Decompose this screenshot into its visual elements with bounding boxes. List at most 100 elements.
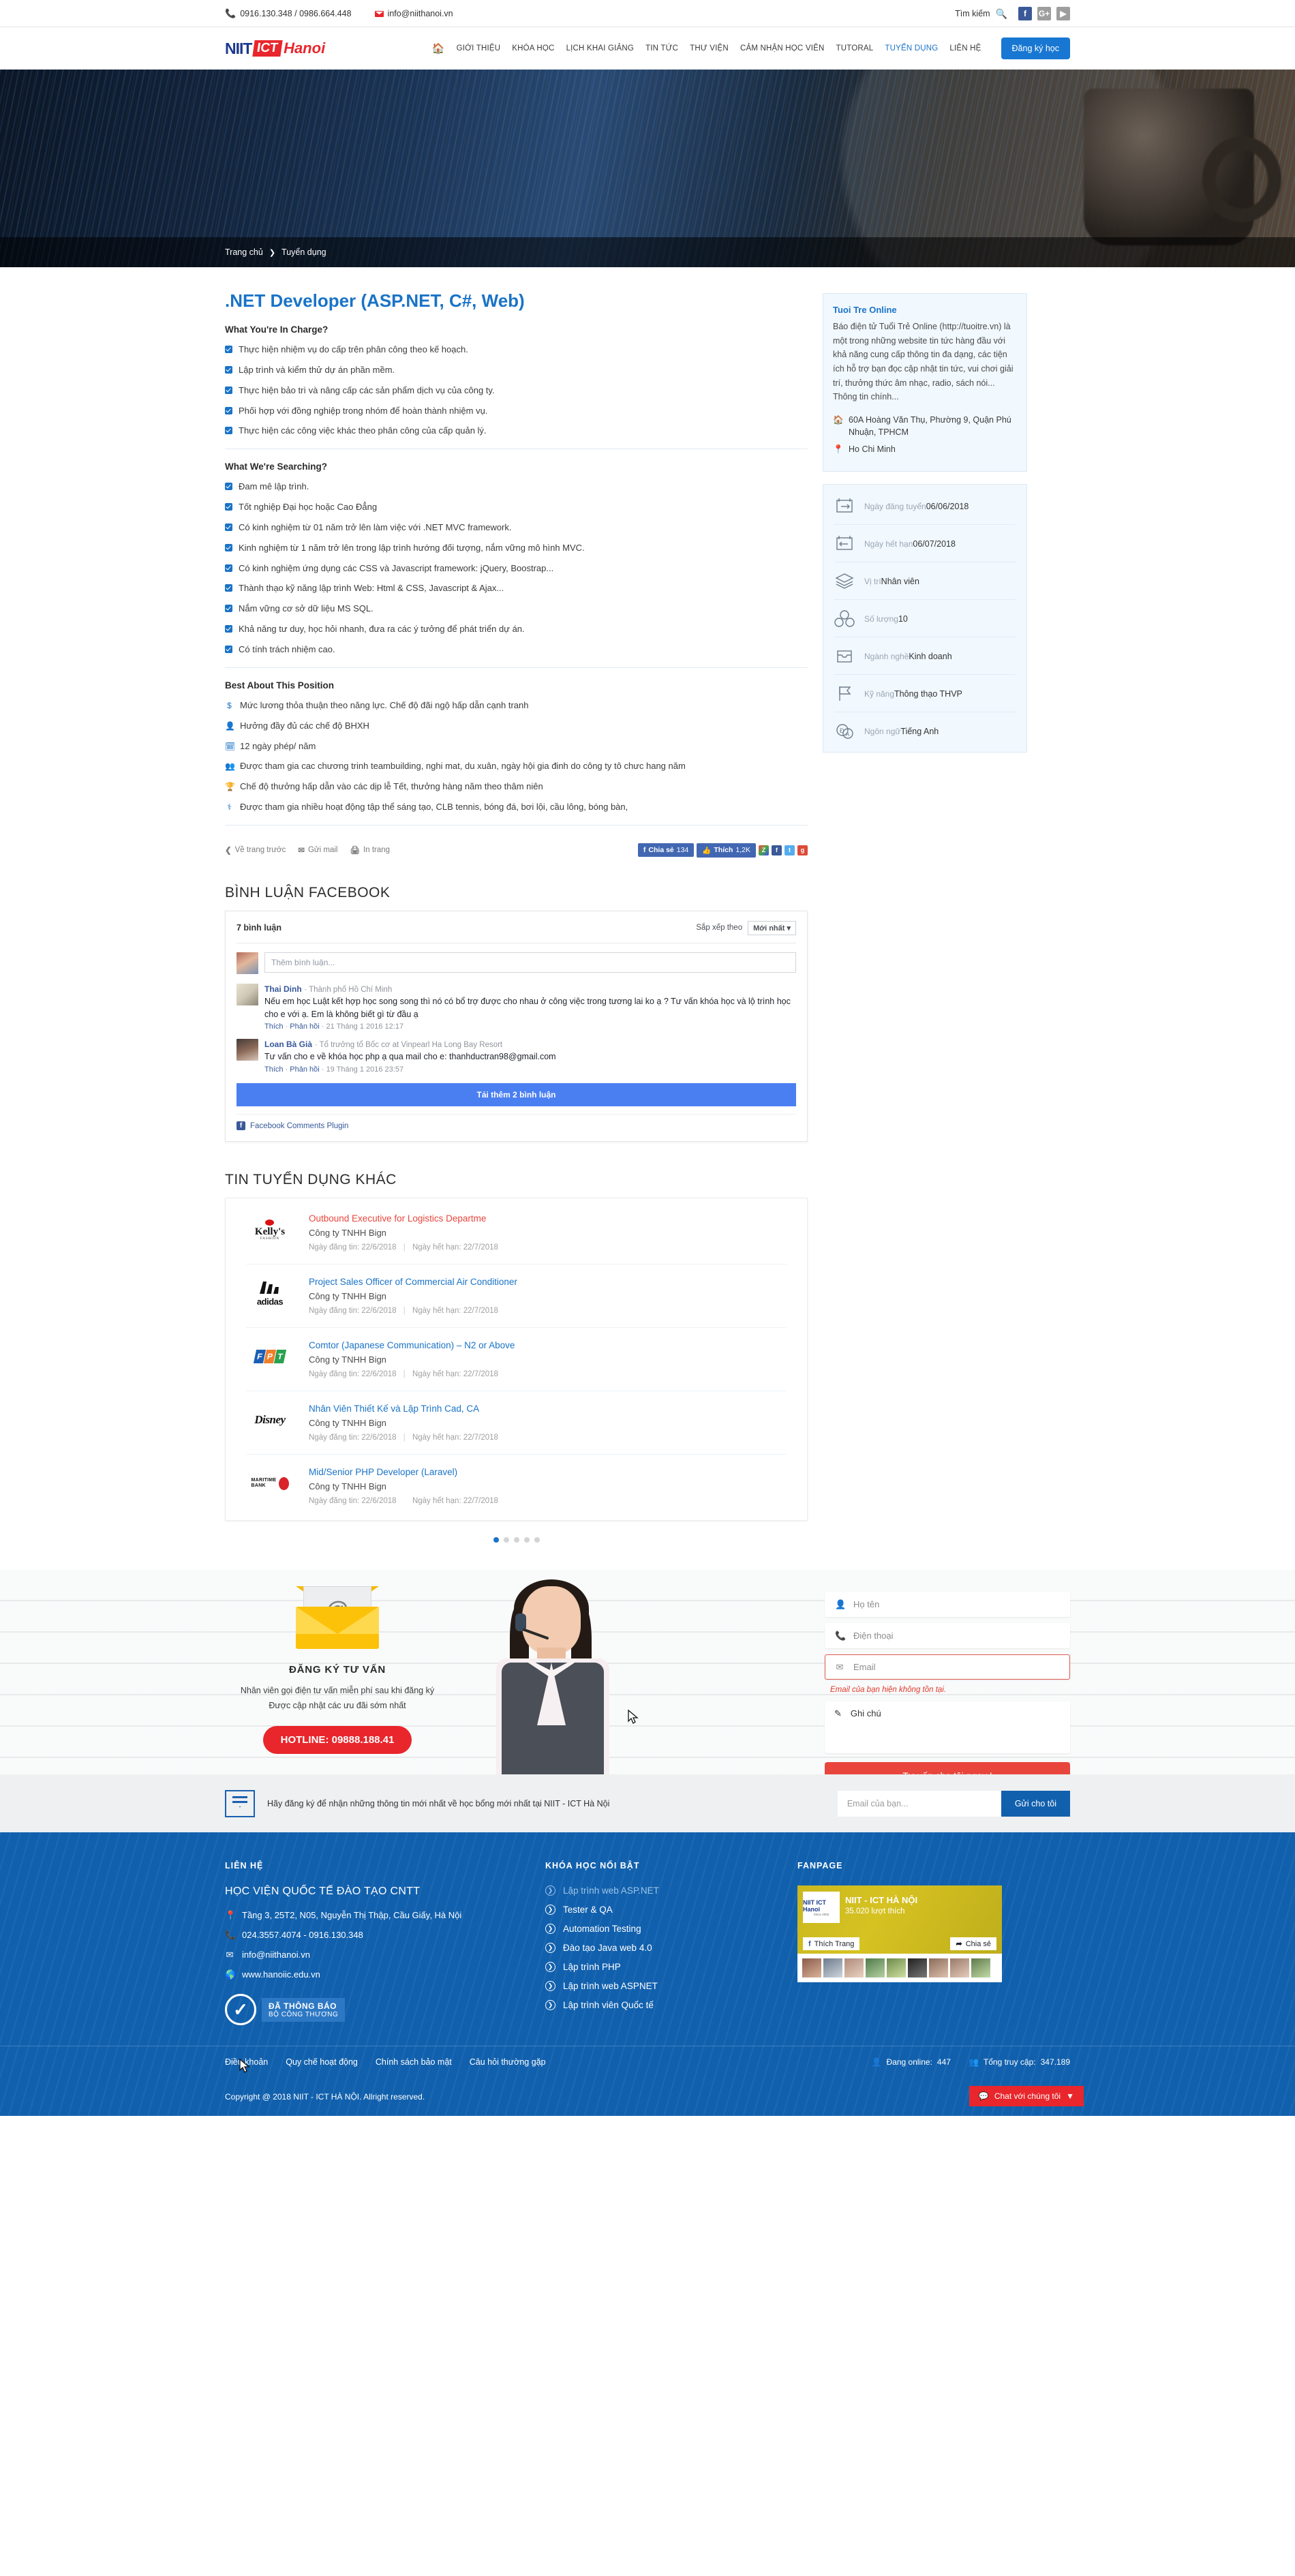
facebook-share-button[interactable]: f Chia sẻ 134: [637, 843, 695, 858]
online-value: 447: [936, 2057, 951, 2067]
nav-item-tutoral[interactable]: TUTORAL: [836, 44, 873, 52]
breadcrumb-home[interactable]: Trang chủ: [225, 247, 263, 257]
footer-course-link[interactable]: ❯ Lập trình web ASPNET: [545, 1981, 770, 1992]
job-list-item[interactable]: Kelly's FASHION Outbound Executive for Lo…: [246, 1201, 787, 1265]
newsletter-submit-button[interactable]: Gửi cho tôi: [1001, 1790, 1070, 1817]
facebook-like-button[interactable]: 👍 Thích 1,2K: [697, 843, 756, 858]
comment-reply-link[interactable]: Phản hồi: [290, 1065, 319, 1074]
footer-course-link[interactable]: ❯ Automation Testing: [545, 1924, 770, 1935]
nav-item-thu-vien[interactable]: THƯ VIỆN: [690, 44, 729, 52]
footer-link-faq[interactable]: Câu hỏi thường gặp: [470, 2057, 546, 2067]
footer-website-row[interactable]: 🌎 www.hanoiic.edu.vn: [225, 1969, 518, 1980]
google-plus-icon[interactable]: G+: [1037, 7, 1051, 20]
hotline-button[interactable]: HOTLINE: 09888.188.41: [262, 1725, 412, 1754]
carousel-dot-3[interactable]: [513, 1537, 519, 1543]
nav-item-lich-khai-giang[interactable]: LỊCH KHAI GIẢNG: [566, 44, 635, 52]
footer-course-link[interactable]: ❯ Tester & QA: [545, 1905, 770, 1915]
trophy-icon: 🏆: [225, 782, 235, 792]
nav-item-tuyen-dung[interactable]: TUYỂN DỤNG: [885, 44, 938, 52]
footer-course-link[interactable]: ❯ Lập trình viên Quốc tế: [545, 2000, 770, 2011]
nav-item-gioi-thieu[interactable]: GIỚI THIỆU: [457, 44, 501, 52]
fanpage-share-button[interactable]: ➦ Chia sẻ: [950, 1937, 996, 1951]
newsletter-email-input[interactable]: Email của bạn...: [837, 1790, 1001, 1817]
footer-contact-heading: LIÊN HỆ: [225, 1861, 264, 1871]
footer-link-regulations[interactable]: Quy chế hoạt động: [286, 2057, 358, 2067]
twitter-icon[interactable]: t: [784, 845, 795, 855]
facebook-icon[interactable]: f: [772, 845, 782, 855]
job-link[interactable]: Comtor (Japanese Communication) – N2 or …: [309, 1340, 515, 1350]
send-mail-link[interactable]: ✉ Gửi mail: [298, 845, 337, 855]
chevron-left-icon: ❮: [225, 847, 232, 855]
comment-reply-link[interactable]: Phản hồi: [290, 1022, 319, 1031]
fanpage-like-button[interactable]: f Thích Trang: [803, 1937, 860, 1951]
company-name[interactable]: Tuoi Tre Online: [833, 305, 1017, 315]
note-field[interactable]: ✎ Ghi chú: [825, 1701, 1070, 1754]
carousel-dot-2[interactable]: [503, 1537, 509, 1543]
footer-email-row[interactable]: ✉ info@niithanoi.vn: [225, 1950, 518, 1960]
search-icon[interactable]: 🔍: [996, 8, 1007, 20]
job-list-item[interactable]: adidas Project Sales Officer of Commerci…: [246, 1264, 787, 1329]
list-item: Thực hiện bảo trì và nâng cấp các sản ph…: [225, 384, 808, 397]
company-logo-kellys: Kelly's FASHION: [246, 1213, 294, 1246]
sort-select[interactable]: Mới nhất ▾: [748, 920, 796, 935]
footer-phone-row[interactable]: 📞 024.3557.4074 - 0916.130.348: [225, 1930, 518, 1941]
meta-label: Ngôn ngữ: [864, 726, 901, 736]
consultation-title: ĐĂNG KÝ TƯ VẤN: [289, 1664, 386, 1676]
facebook-icon[interactable]: f: [1018, 7, 1032, 20]
print-link[interactable]: 🖨 In trang: [350, 845, 390, 855]
header-email[interactable]: info@niithanoi.vn: [374, 9, 453, 18]
nav-item-khoa-hoc[interactable]: KHÓA HỌC: [512, 44, 554, 52]
job-link[interactable]: Project Sales Officer of Commercial Air …: [309, 1277, 517, 1287]
breadcrumb: Trang chủ ❯ Tuyển dụng: [0, 237, 1295, 267]
header-phone[interactable]: 📞 0916.130.348 / 0986.664.448: [225, 8, 352, 19]
comment-author[interactable]: Thai Dinh: [264, 984, 302, 994]
name-field[interactable]: 👤 Họ tên: [825, 1592, 1070, 1618]
list-item-text: Kinh nghiệm từ 1 năm trở lên trong lập t…: [239, 542, 585, 553]
footer-course-link[interactable]: ❯ Lập trình web ASP.NET: [545, 1885, 770, 1896]
comment-like-link[interactable]: Thích: [264, 1065, 284, 1074]
chat-button[interactable]: 💬 Chat với chúng tôi ▼: [969, 2086, 1084, 2107]
carousel-dot-1[interactable]: [493, 1537, 499, 1543]
comment-like-link[interactable]: Thích: [264, 1022, 284, 1031]
footer-phone: 024.3557.4074 - 0916.130.348: [242, 1930, 363, 1941]
google-icon[interactable]: g: [797, 845, 808, 855]
chat-bubble-icon: 💬: [978, 2091, 989, 2102]
job-list-item[interactable]: MARITIME BANK Mid/Senior PHP Developer (L…: [246, 1455, 787, 1517]
home-icon[interactable]: 🏠: [432, 42, 445, 55]
government-badge[interactable]: ✓ ĐÃ THÔNG BÁO BỘ CÔNG THƯƠNG: [225, 1994, 518, 2026]
list-item-text: Có kinh nghiệm ứng dụng các CSS và Javas…: [239, 562, 554, 573]
meta-row-skills: Kỹ năngThông thạo THVP: [834, 675, 1016, 713]
company-card: Tuoi Tre Online Báo điện tử Tuổi Trẻ Onl…: [823, 293, 1027, 472]
location-pin-icon: 📍: [833, 444, 844, 454]
job-link[interactable]: Nhân Viên Thiết Kế và Lập Trình Cad, CA: [309, 1404, 498, 1414]
email-field[interactable]: ✉ Email: [825, 1654, 1070, 1680]
job-link[interactable]: Mid/Senior PHP Developer (Laravel): [309, 1467, 498, 1477]
job-list-item[interactable]: FPT Comtor (Japanese Communication) – N2…: [246, 1328, 787, 1392]
footer-course-link[interactable]: ❯ Đào tạo Java web 4.0: [545, 1943, 770, 1954]
carousel-dot-4[interactable]: [523, 1537, 530, 1543]
phone-field[interactable]: 📞 Điện thoại: [825, 1623, 1070, 1649]
footer-link-terms[interactable]: Điều khoản: [225, 2057, 268, 2067]
nav-item-cam-nhan-hoc-vien[interactable]: CẢM NHẬN HỌC VIÊN: [740, 44, 825, 52]
load-more-comments-button[interactable]: Tải thêm 2 bình luận: [237, 1083, 796, 1107]
facebook-plugin-credit[interactable]: f Facebook Comments Plugin: [237, 1114, 796, 1131]
comment-author[interactable]: Loan Bà Già: [264, 1040, 312, 1049]
register-button[interactable]: Đăng ký học: [1001, 37, 1070, 59]
carousel-dot-5[interactable]: [534, 1537, 540, 1543]
zalo-icon[interactable]: Z: [759, 845, 769, 855]
footer-course-link[interactable]: ❯ Lập trình PHP: [545, 1962, 770, 1973]
back-link[interactable]: ❮ Về trang trước: [225, 845, 286, 855]
site-logo[interactable]: NIIT ICT Hanoi: [225, 40, 325, 58]
comments-heading: BÌNH LUẬN FACEBOOK: [225, 884, 391, 900]
comment-input[interactable]: Thêm bình luận...: [264, 952, 796, 973]
footer-course-label: Tester & QA: [563, 1905, 613, 1915]
youtube-icon[interactable]: ▶: [1056, 7, 1070, 20]
job-list-item[interactable]: Disney Nhân Viên Thiết Kế và Lập Trình C…: [246, 1391, 787, 1455]
submit-consultation-button[interactable]: Tư vấn cho tôi ngay !: [825, 1762, 1070, 1775]
nav-item-lien-he[interactable]: LIÊN HỆ: [949, 44, 981, 52]
footer-link-privacy[interactable]: Chính sách bảo mật: [376, 2057, 452, 2067]
nav-item-tin-tuc[interactable]: TIN TỨC: [645, 44, 678, 52]
job-link[interactable]: Outbound Executive for Logistics Departm…: [309, 1213, 498, 1224]
like-label: Thích: [714, 846, 733, 855]
page-title: .NET Developer (ASP.NET, C#, Web): [225, 290, 525, 311]
